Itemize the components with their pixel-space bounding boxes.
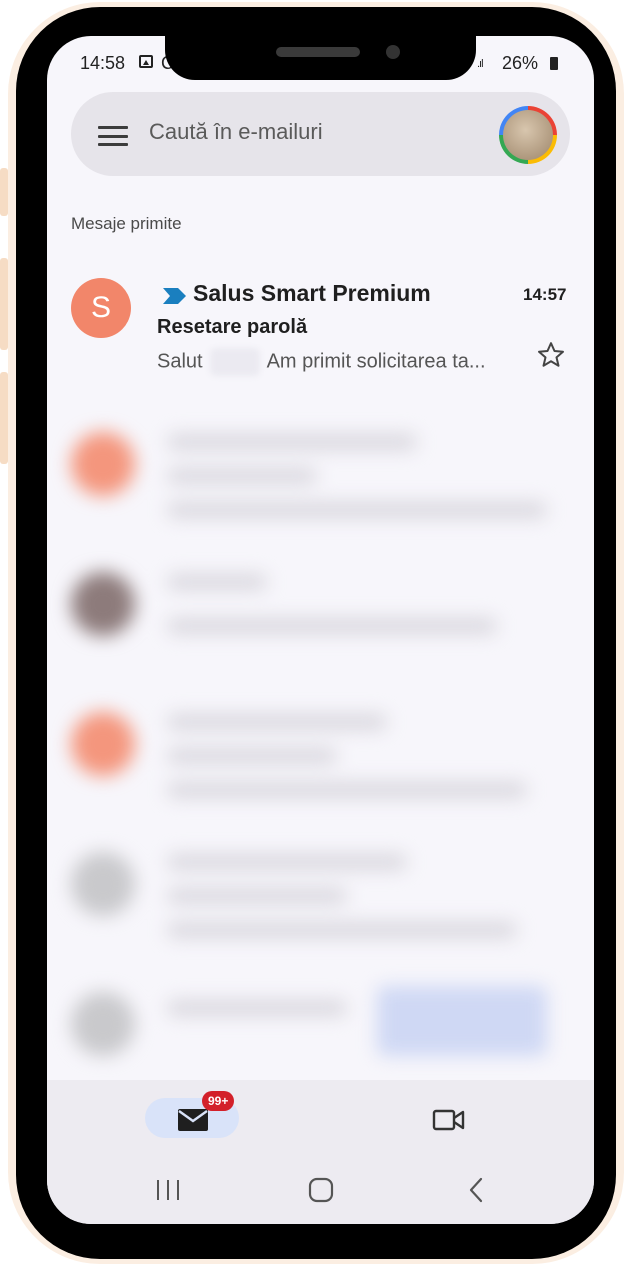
- menu-icon[interactable]: [98, 126, 128, 146]
- email-time: 14:57: [523, 285, 567, 304]
- phone-screen: 14:58 C .ıl 26% Caută în e-mailuri Mesaj…: [47, 36, 594, 1224]
- blurred-avatar: [71, 712, 135, 776]
- signal-icon: .ıl: [477, 58, 483, 70]
- front-camera: [386, 45, 400, 59]
- search-input[interactable]: Caută în e-mailuri: [149, 119, 323, 145]
- email-preview-end: Am primit solicitarea ta...: [266, 350, 486, 373]
- blurred-avatar: [71, 572, 135, 636]
- blurred-email-row: [47, 416, 594, 546]
- star-icon[interactable]: [536, 340, 566, 370]
- image-icon: [139, 55, 153, 68]
- video-camera-icon[interactable]: [432, 1107, 466, 1133]
- battery-icon: [550, 57, 558, 70]
- importance-marker-icon: [163, 288, 186, 304]
- blurred-email-row: [47, 836, 594, 966]
- status-time: 14:58: [80, 53, 126, 73]
- email-subject: Resetare parolă: [157, 316, 308, 338]
- recent-apps-icon[interactable]: [155, 1178, 181, 1202]
- power-button: [0, 372, 8, 464]
- volume-down-button: [0, 258, 8, 350]
- sender-avatar[interactable]: S: [71, 278, 131, 338]
- search-bar[interactable]: Caută în e-mailuri: [71, 92, 570, 176]
- avatar-photo: [503, 110, 553, 160]
- email-sender: Salus Smart Premium: [193, 280, 431, 306]
- home-icon[interactable]: [308, 1177, 334, 1203]
- back-icon[interactable]: [467, 1177, 487, 1203]
- blurred-avatar: [71, 432, 135, 496]
- bottom-navigation: 99+: [47, 1080, 594, 1224]
- volume-button: [0, 168, 8, 216]
- blurred-email-list: [47, 406, 594, 1086]
- blurred-email-row: [47, 556, 594, 686]
- blurred-avatar: [71, 992, 135, 1056]
- blurred-email-row: [47, 696, 594, 826]
- mail-icon[interactable]: [177, 1108, 209, 1132]
- blurred-avatar: [71, 852, 135, 916]
- account-avatar[interactable]: [499, 106, 557, 164]
- inbox-section-label: Mesaje primite: [71, 214, 182, 233]
- unread-count-badge: 99+: [202, 1091, 235, 1111]
- email-preview-start: Salut: [157, 350, 203, 373]
- camera-notch: [165, 36, 476, 80]
- speaker-grille: [276, 47, 360, 57]
- redacted-name: [209, 348, 260, 376]
- battery-level: 26%: [502, 53, 539, 73]
- email-preview: Salut Am primit solicitarea ta...: [157, 348, 486, 376]
- email-list-item[interactable]: S Salus Smart Premium 14:57 Resetare par…: [47, 264, 594, 384]
